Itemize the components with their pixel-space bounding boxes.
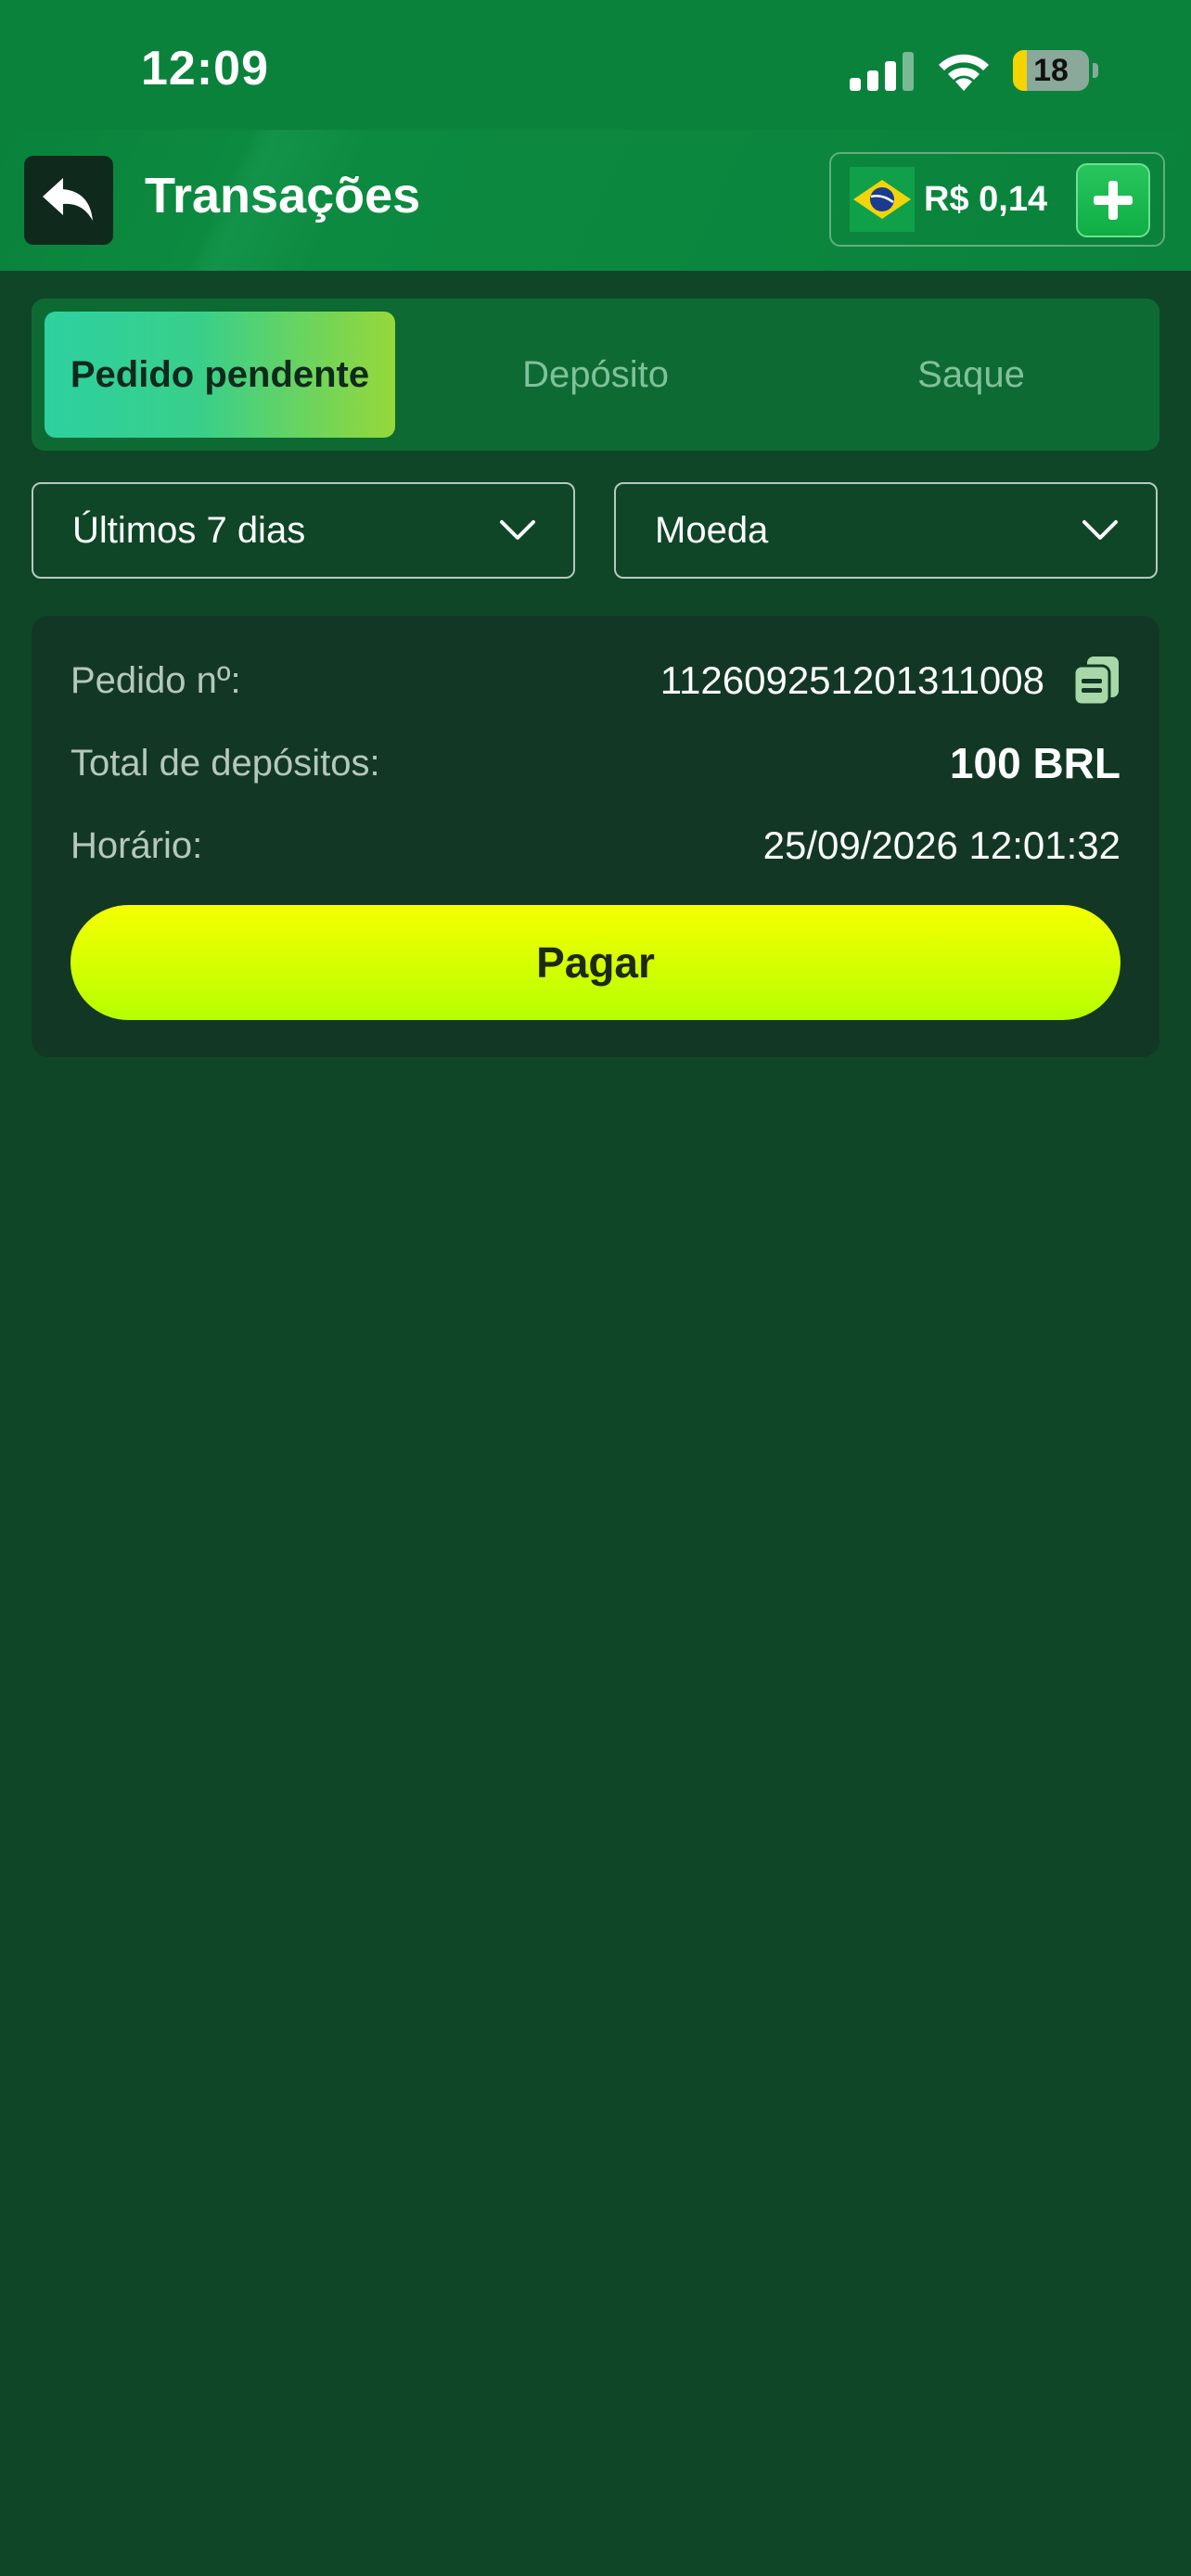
brazil-flag-icon [850,167,915,232]
period-filter-select[interactable]: Últimos 7 dias [32,482,575,579]
wifi-icon [939,54,989,91]
pay-button[interactable]: Pagar [70,905,1121,1020]
order-time-label: Horário: [70,824,203,866]
status-bar: 12:09 18 [0,0,1191,130]
status-icons: 18 [850,45,1098,96]
back-arrow-icon [43,178,93,221]
order-number-value: 112609251201311008 [660,658,1044,702]
deposit-total-value: 100 BRL [949,739,1121,787]
header: Transações R$ 0,14 [0,130,1191,271]
order-time-value: 25/09/2026 12:01:32 [762,823,1121,867]
chevron-down-icon [1082,520,1118,540]
deposit-total-label: Total de depósitos: [70,742,380,784]
copy-icon[interactable] [1072,655,1121,707]
battery-level: 18 [1033,52,1069,88]
page-title: Transações [145,168,421,223]
balance-amount: R$ 0,14 [924,179,1048,219]
transaction-tabs: Pedido pendente Depósito Saque [32,299,1159,451]
order-number-label: Pedido nº: [70,659,241,701]
deposit-total-row: Total de depósitos: 100 BRL [70,738,1121,788]
cellular-signal-icon [850,50,915,91]
order-card: Pedido nº: 112609251201311008 Total de d… [32,616,1159,1057]
tab-deposit[interactable]: Depósito [420,312,771,438]
order-time-row: Horário: 25/09/2026 12:01:32 [70,823,1121,868]
chevron-down-icon [500,520,535,540]
currency-filter-value: Moeda [655,509,769,551]
status-time: 12:09 [141,42,269,96]
plus-icon [1094,181,1133,220]
currency-filter-select[interactable]: Moeda [614,482,1158,579]
battery-icon: 18 [1013,50,1089,91]
balance-box[interactable]: R$ 0,14 [829,152,1165,247]
tab-pending-order[interactable]: Pedido pendente [45,312,395,438]
order-number-row: Pedido nº: 112609251201311008 [70,655,1121,707]
tab-withdrawal[interactable]: Saque [796,312,1146,438]
period-filter-value: Últimos 7 dias [72,509,306,551]
add-funds-button[interactable] [1076,163,1150,237]
back-button[interactable] [24,156,113,245]
